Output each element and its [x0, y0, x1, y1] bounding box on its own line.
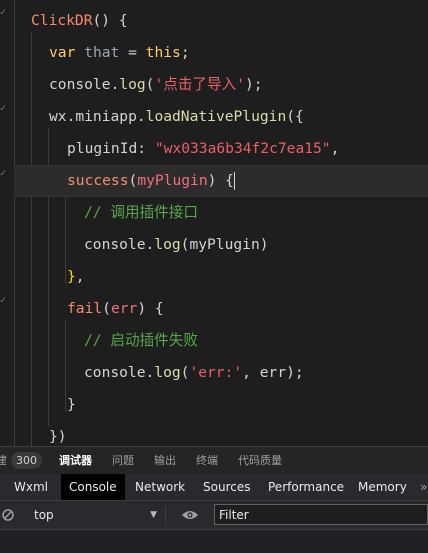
devtools-tabs: Wxml Console Network Sources Performance…: [0, 474, 428, 501]
tab-sources[interactable]: Sources: [203, 474, 250, 500]
count-badge: 300: [11, 452, 42, 469]
code-line[interactable]: fail(err) {: [67, 293, 164, 325]
tab-network[interactable]: Network: [135, 474, 185, 500]
dropdown-arrow-icon: ▼: [150, 510, 157, 520]
bottom-panel-tabs: 建 300 调试器 问题 输出 终端 代码质量: [0, 446, 428, 474]
code-token: '点击了导入': [154, 76, 245, 93]
tab-code-quality[interactable]: 代码质量: [238, 447, 282, 474]
editor-gutter: ✓ ✓ ✓ ✓: [0, 0, 14, 446]
console-toolbar: top ▼ Filter: [0, 501, 428, 529]
code-token: (myPlugin): [180, 236, 269, 253]
tab-terminal[interactable]: 终端: [196, 447, 218, 474]
code-token: ;: [180, 44, 190, 61]
code-token: log: [154, 364, 181, 381]
code-line[interactable]: pluginId: "wx033a6b34f2c7ea15",: [67, 133, 339, 165]
code-line[interactable]: }): [49, 421, 67, 446]
console-output[interactable]: [0, 529, 428, 553]
code-token: fail: [67, 300, 103, 317]
tab-debugger[interactable]: 调试器: [59, 447, 92, 474]
fold-marker-icon[interactable]: ✓: [0, 169, 10, 179]
code-line[interactable]: console.log('点击了导入');: [49, 69, 263, 101]
code-token: (: [128, 172, 138, 189]
text-cursor: [233, 172, 235, 190]
code-token: // 启动插件失败: [84, 332, 198, 349]
code-line[interactable]: success(myPlugin) {: [67, 165, 235, 197]
code-token: ,: [330, 140, 340, 157]
code-line[interactable]: console.log(myPlugin): [84, 229, 269, 261]
code-token: wx.miniapp.: [49, 108, 146, 125]
context-value: top: [34, 508, 54, 522]
indent-guide: [14, 0, 15, 446]
code-token: , err);: [242, 364, 304, 381]
code-token: }: [67, 396, 76, 413]
code-token: // 调用插件接口: [84, 204, 198, 221]
code-token: 'err:': [189, 364, 243, 381]
code-token: err: [110, 300, 138, 317]
code-token: log: [154, 236, 181, 253]
context-selector[interactable]: top ▼: [26, 505, 166, 525]
code-token: console.: [84, 236, 155, 253]
code-line[interactable]: },: [67, 261, 85, 293]
more-tabs-icon[interactable]: »: [420, 474, 427, 500]
filter-input[interactable]: Filter: [214, 504, 428, 525]
code-line[interactable]: console.log('err:', err);: [84, 357, 304, 389]
fold-marker-icon[interactable]: ✓: [0, 104, 10, 114]
code-token: console.: [49, 76, 120, 93]
code-line[interactable]: var that = this;: [49, 37, 190, 69]
code-token: () {: [92, 12, 128, 29]
code-editor[interactable]: ✓ ✓ ✓ ✓ ClickDR() {var that = this; conso…: [0, 0, 428, 446]
indent-guide: [65, 192, 66, 284]
code-token: success: [67, 172, 129, 189]
code-token: console.: [84, 364, 155, 381]
code-token: }: [67, 268, 76, 285]
code-line[interactable]: // 启动插件失败: [84, 325, 198, 357]
code-line[interactable]: // 调用插件接口: [84, 197, 198, 229]
code-token: loadNativePlugin: [145, 108, 287, 125]
code-token: myPlugin: [137, 172, 208, 189]
tab-output[interactable]: 输出: [154, 447, 176, 474]
code-token: that: [84, 44, 120, 61]
code-token: ClickDR: [31, 12, 93, 29]
code-token: ,: [75, 268, 85, 285]
code-token: }): [49, 428, 67, 445]
code-token: var: [49, 44, 76, 61]
code-line[interactable]: }: [67, 389, 76, 421]
tab-issues[interactable]: 问题: [112, 447, 134, 474]
code-token: this: [145, 44, 181, 61]
tab-console[interactable]: Console: [61, 474, 125, 500]
code-token: ) {: [207, 172, 234, 189]
code-token: pluginId:: [67, 140, 155, 157]
tab-partial[interactable]: 建: [0, 447, 7, 474]
code-token: "wx033a6b34f2c7ea15": [154, 140, 331, 157]
tab-performance[interactable]: Performance: [268, 474, 344, 500]
indent-guide: [31, 32, 32, 446]
code-token: ) {: [137, 300, 164, 317]
indent-guide: [65, 320, 66, 412]
code-token: =: [119, 44, 146, 61]
code-line[interactable]: wx.miniapp.loadNativePlugin({: [49, 101, 304, 133]
clear-console-icon[interactable]: [2, 509, 14, 521]
code-token: log: [119, 76, 146, 93]
eye-icon[interactable]: [181, 509, 199, 521]
code-token: ({: [286, 108, 304, 125]
fold-marker-icon[interactable]: ✓: [0, 8, 10, 18]
tab-memory[interactable]: Memory: [358, 474, 407, 500]
code-token: );: [245, 76, 263, 93]
code-token: (: [102, 300, 111, 317]
filter-placeholder: Filter: [219, 508, 249, 522]
code-line[interactable]: ClickDR() {: [31, 5, 128, 37]
fold-marker-icon[interactable]: ✓: [0, 296, 10, 306]
tab-wxml[interactable]: Wxml: [14, 474, 48, 500]
